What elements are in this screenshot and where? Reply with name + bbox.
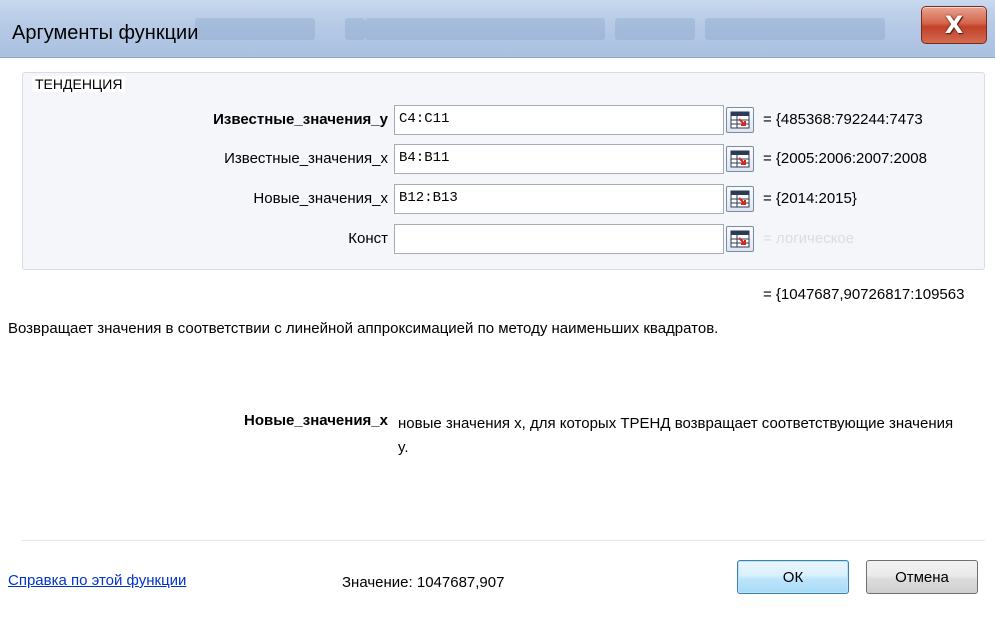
param-help-name: Новые_значения_x [244, 412, 388, 429]
dialog-title: Аргументы функции [12, 22, 199, 44]
dialog-body: ТЕНДЕНЦИЯ Известные_значения_y C4:C11 = … [0, 58, 995, 617]
close-icon: X [944, 11, 964, 39]
arg-label-known-x: Известные_значения_x [224, 150, 388, 167]
known-y-input[interactable]: C4:C11 [394, 105, 724, 135]
background-toolbar-ghost [195, 18, 315, 40]
known-x-input[interactable]: B4:B11 [394, 144, 724, 174]
formula-result: = {1047687,90726817:109563 [763, 286, 965, 303]
background-toolbar-ghost [705, 18, 885, 40]
range-select-icon [730, 150, 750, 168]
cancel-button[interactable]: Отмена [866, 560, 978, 594]
const-input[interactable] [394, 224, 724, 254]
formula-value: Значение: 1047687,907 [342, 574, 505, 591]
arg-result-known-x: = {2005:2006:2007:2008 [763, 150, 927, 167]
range-select-button[interactable] [726, 226, 754, 252]
function-description: Возвращает значения в соответствии с лин… [8, 320, 719, 337]
background-toolbar-ghost [615, 18, 695, 40]
footer-divider [22, 540, 985, 541]
range-select-icon [730, 111, 750, 129]
ok-button[interactable]: ОК [737, 560, 849, 594]
arg-result-new-x: = {2014:2015} [763, 190, 857, 207]
arg-result-const: = логическое [763, 230, 855, 247]
range-select-button[interactable] [726, 186, 754, 212]
background-toolbar-ghost [365, 18, 605, 40]
range-select-icon [730, 190, 750, 208]
range-select-button[interactable] [726, 146, 754, 172]
title-bar[interactable]: Аргументы функции X [0, 0, 995, 58]
function-name: ТЕНДЕНЦИЯ [32, 76, 126, 92]
arg-result-known-y: = {485368:792244:7473 [763, 111, 923, 128]
arg-label-known-y: Известные_значения_y [213, 111, 388, 128]
arg-label-new-x: Новые_значения_x [253, 190, 388, 207]
new-x-input[interactable]: B12:B13 [394, 184, 724, 214]
close-button[interactable]: X [921, 6, 987, 44]
param-help-text: новые значения x, для которых ТРЕНД возв… [398, 415, 954, 456]
background-toolbar-ghost [345, 18, 365, 40]
range-select-icon [730, 230, 750, 248]
arg-label-const: Конст [348, 230, 388, 247]
range-select-button[interactable] [726, 107, 754, 133]
help-link[interactable]: Справка по этой функции [8, 572, 186, 589]
